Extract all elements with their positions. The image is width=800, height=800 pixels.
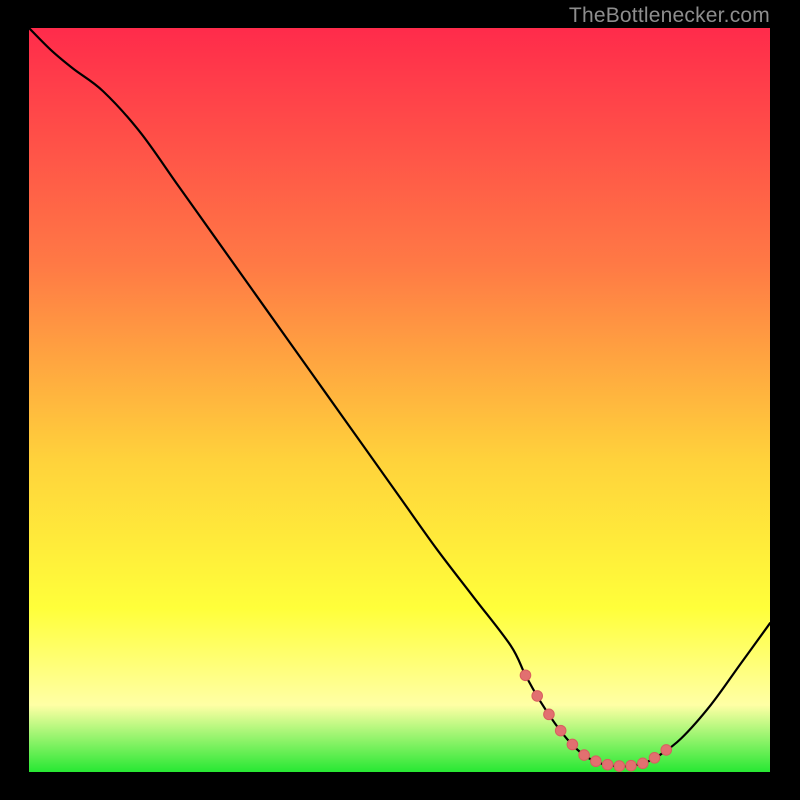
marker-dot	[532, 691, 543, 702]
gradient-plot-area	[29, 28, 770, 772]
marker-dot	[579, 750, 590, 761]
marker-dot	[555, 725, 566, 736]
marker-dot	[649, 753, 660, 764]
marker-dot	[614, 761, 625, 772]
watermark-text: TheBottlenecker.com	[569, 4, 770, 28]
marker-dot	[626, 760, 637, 771]
marker-dot	[567, 739, 578, 750]
chart-frame	[29, 28, 770, 772]
marker-dot	[591, 756, 602, 767]
marker-dot	[637, 758, 648, 769]
marker-dot	[520, 670, 531, 681]
bottleneck-chart	[29, 28, 770, 772]
marker-dot	[661, 745, 672, 756]
marker-dot	[544, 709, 555, 720]
marker-dot	[602, 759, 613, 770]
